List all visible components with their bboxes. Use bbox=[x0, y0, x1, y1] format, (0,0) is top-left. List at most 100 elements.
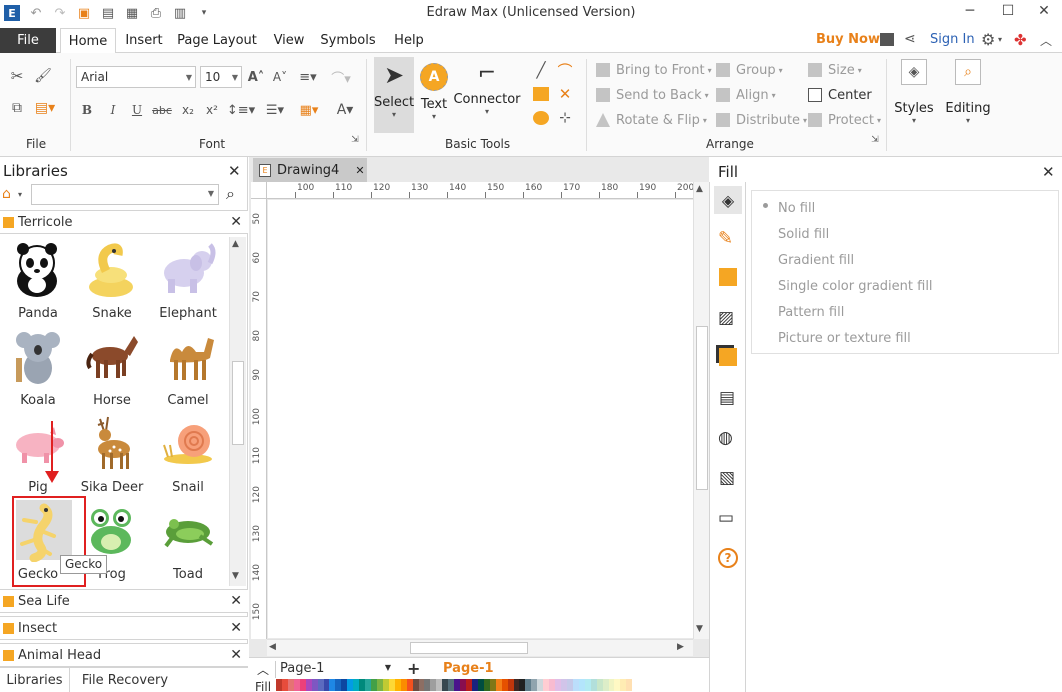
close-window-button[interactable]: ✕ bbox=[1026, 0, 1062, 22]
arc-tool-icon[interactable]: ⌒ bbox=[556, 61, 574, 80]
no-fill-radio-icon[interactable] bbox=[763, 203, 768, 208]
palette-swatch[interactable] bbox=[626, 679, 633, 691]
paste-icon[interactable]: ▤▾ bbox=[32, 99, 58, 117]
library-home-icon[interactable]: ⌂ bbox=[2, 186, 11, 202]
shadow-square-icon[interactable] bbox=[719, 268, 737, 286]
editing-button[interactable]: ⌕ Editing ▾ bbox=[944, 59, 992, 145]
library-item-pig[interactable]: Pig bbox=[0, 411, 76, 497]
canvas-vertical-scrollbar[interactable]: ▲ ▼ bbox=[693, 182, 709, 639]
image-picture-icon[interactable]: ▨ bbox=[718, 308, 734, 328]
italic-icon[interactable]: I bbox=[106, 101, 120, 119]
document-list-icon[interactable]: ▤ bbox=[719, 388, 735, 408]
strikethrough-icon[interactable]: abc bbox=[152, 101, 172, 119]
close-fill-panel-icon[interactable]: ✕ bbox=[1042, 163, 1055, 181]
library-home-dropdown-icon[interactable]: ▾ bbox=[18, 190, 22, 199]
library-section-terricole[interactable]: Terricole ✕ bbox=[0, 210, 248, 234]
copy-icon[interactable]: ⧉ bbox=[8, 99, 26, 117]
fill-option-picture[interactable]: Picture or texture fill bbox=[778, 331, 911, 346]
connector-tool-button[interactable]: ⌐ Connector ▾ bbox=[453, 57, 520, 133]
rotate-flip-button[interactable]: Rotate & Flip ▾ bbox=[596, 111, 707, 129]
grow-font-icon[interactable]: A˄ bbox=[248, 68, 265, 86]
library-search-input[interactable]: ▼ bbox=[31, 184, 219, 205]
fill-paint-icon[interactable]: ◈ bbox=[714, 186, 742, 214]
library-section-animal-head[interactable]: Animal Head ✕ bbox=[0, 643, 248, 667]
fill-option-gradient[interactable]: Gradient fill bbox=[778, 253, 854, 268]
line-pen-icon[interactable]: ✎ bbox=[718, 228, 733, 249]
tab-file-recovery[interactable]: File Recovery bbox=[80, 668, 170, 692]
plugin-icon[interactable]: ✤ bbox=[1014, 31, 1027, 49]
font-dialog-launcher-icon[interactable]: ⇲ bbox=[350, 135, 360, 145]
font-color-icon[interactable]: A▾ bbox=[332, 101, 358, 119]
gear-icon[interactable]: ⚙ bbox=[981, 30, 995, 49]
scroll-down-icon[interactable]: ▼ bbox=[232, 571, 239, 581]
scroll-left-icon[interactable]: ◀ bbox=[269, 642, 276, 652]
bullets-icon[interactable]: ☰▾ bbox=[262, 101, 288, 119]
close-libraries-icon[interactable]: ✕ bbox=[228, 162, 241, 180]
library-scroll-thumb[interactable] bbox=[232, 361, 244, 445]
close-section-icon[interactable]: ✕ bbox=[230, 593, 242, 609]
library-item-koala[interactable]: Koala bbox=[0, 324, 76, 410]
text-direction-icon[interactable]: ⌒▾ bbox=[326, 68, 356, 87]
maximize-button[interactable]: ☐ bbox=[990, 0, 1026, 22]
library-section-insect[interactable]: Insect ✕ bbox=[0, 616, 248, 640]
format-painter-icon[interactable]: 🖌 bbox=[34, 67, 52, 85]
document-tab[interactable]: E Drawing4 ✕ bbox=[253, 158, 367, 182]
shrink-font-icon[interactable]: A˅ bbox=[272, 68, 288, 86]
align-button[interactable]: Align ▾ bbox=[716, 86, 776, 104]
highlight-color-icon[interactable]: ▦▾ bbox=[296, 101, 322, 119]
library-section-sea-life[interactable]: Sea Life ✕ bbox=[0, 589, 248, 613]
canvas-horizontal-scrollbar[interactable]: ◀ ▶ bbox=[267, 639, 693, 656]
library-scrollbar[interactable]: ▲ ▼ bbox=[229, 237, 246, 586]
tab-view[interactable]: View bbox=[266, 28, 312, 53]
ellipse-tool-icon[interactable] bbox=[532, 109, 550, 127]
library-item-snake[interactable]: Snake bbox=[74, 237, 150, 323]
rectangle-tool-icon[interactable] bbox=[532, 85, 550, 103]
tab-help[interactable]: Help bbox=[388, 28, 430, 53]
subscript-icon[interactable]: x₂ bbox=[180, 101, 196, 119]
tab-insert[interactable]: Insert bbox=[118, 28, 170, 53]
bring-to-front-button[interactable]: Bring to Front ▾ bbox=[596, 61, 712, 79]
add-page-icon[interactable]: + bbox=[407, 659, 420, 678]
color-palette[interactable] bbox=[276, 679, 633, 691]
fill-option-single-gradient[interactable]: Single color gradient fill bbox=[778, 279, 933, 294]
close-section-icon[interactable]: ✕ bbox=[230, 214, 242, 230]
fill-option-solid[interactable]: Solid fill bbox=[778, 227, 829, 242]
send-to-back-button[interactable]: Send to Back ▾ bbox=[596, 86, 709, 104]
fill-option-pattern[interactable]: Pattern fill bbox=[778, 305, 844, 320]
align-text-icon[interactable]: ≡▾ bbox=[296, 68, 320, 86]
scroll-down-icon[interactable]: ▼ bbox=[696, 624, 703, 634]
scroll-up-icon[interactable]: ▲ bbox=[232, 239, 239, 249]
file-menu[interactable]: File bbox=[0, 28, 56, 53]
font-size-select[interactable]: 10 ▼ bbox=[200, 66, 242, 88]
library-item-toad[interactable]: Toad bbox=[150, 498, 226, 584]
canvas-hscroll-thumb[interactable] bbox=[410, 642, 528, 654]
help-icon[interactable]: ? bbox=[718, 548, 738, 568]
page-bar-collapse-icon[interactable]: ︿ bbox=[257, 661, 269, 678]
scroll-up-icon[interactable]: ▲ bbox=[696, 184, 703, 194]
cross-tool-icon[interactable]: ✕ bbox=[556, 85, 574, 103]
tab-libraries[interactable]: Libraries bbox=[0, 668, 70, 692]
scroll-right-icon[interactable]: ▶ bbox=[677, 642, 684, 652]
font-name-select[interactable]: Arial ▼ bbox=[76, 66, 196, 88]
image-icon[interactable] bbox=[880, 33, 894, 46]
library-item-camel[interactable]: Camel bbox=[150, 324, 226, 410]
styles-button[interactable]: ◈ Styles ▾ bbox=[892, 59, 936, 145]
library-item-elephant[interactable]: Elephant bbox=[150, 237, 226, 323]
underline-icon[interactable]: U bbox=[130, 101, 144, 119]
close-section-icon[interactable]: ✕ bbox=[230, 620, 242, 636]
bold-icon[interactable]: B bbox=[80, 101, 94, 119]
page-edit-icon[interactable]: ▧ bbox=[719, 468, 735, 488]
tab-home[interactable]: Home bbox=[60, 28, 116, 54]
gear-dropdown-icon[interactable]: ▾ bbox=[998, 35, 1002, 44]
library-item-horse[interactable]: Horse bbox=[74, 324, 150, 410]
group-button[interactable]: Group ▾ bbox=[716, 61, 783, 79]
line-tool-icon[interactable]: ╱ bbox=[532, 61, 550, 79]
center-button[interactable]: Center bbox=[808, 86, 872, 104]
library-search-icon[interactable]: ⌕ bbox=[226, 184, 235, 204]
cut-icon[interactable]: ✂ bbox=[8, 67, 26, 85]
distribute-button[interactable]: Distribute ▾ bbox=[716, 111, 807, 129]
close-section-icon[interactable]: ✕ bbox=[230, 647, 242, 663]
tab-page-layout[interactable]: Page Layout bbox=[174, 28, 260, 53]
layer-icon[interactable] bbox=[719, 348, 737, 366]
library-item-snail[interactable]: Snail bbox=[150, 411, 226, 497]
